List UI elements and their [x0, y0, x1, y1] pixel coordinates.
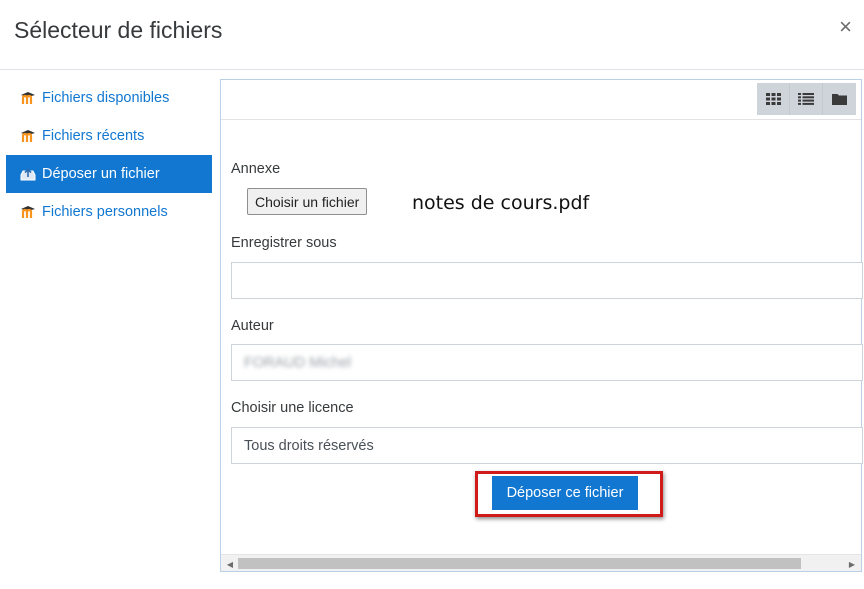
horizontal-scrollbar[interactable]: ◀ ▶	[221, 554, 861, 571]
attachment-label: Annexe	[231, 161, 281, 177]
dialog-title: Sélecteur de fichiers	[14, 17, 223, 43]
list-view-icon[interactable]	[790, 83, 823, 115]
choose-file-button[interactable]: Choisir un fichier	[247, 188, 368, 215]
close-icon[interactable]: ×	[839, 16, 852, 38]
sidebar-item-available-files[interactable]: Fichiers disponibles	[6, 79, 212, 117]
author-label: Auteur	[231, 318, 274, 334]
sidebar-item-recent-files[interactable]: Fichiers récents	[6, 117, 212, 155]
author-input[interactable]: FORAUD Michel	[231, 344, 863, 381]
view-switcher	[757, 83, 856, 115]
folder-view-icon[interactable]	[823, 83, 856, 115]
dialog-header: Sélecteur de fichiers ×	[0, 0, 864, 70]
scrollbar-thumb[interactable]	[238, 558, 801, 569]
moodle-icon	[20, 204, 40, 220]
sidebar-item-upload-file[interactable]: Déposer un fichier	[6, 155, 212, 193]
sidebar-item-private-files[interactable]: Fichiers personnels	[6, 193, 212, 231]
scroll-left-icon[interactable]: ◀	[223, 557, 237, 571]
upload-icon	[20, 166, 40, 182]
file-picker-panel: Annexe Choisir un fichier notes de cours…	[220, 79, 863, 572]
view-toolbar	[221, 80, 861, 120]
author-value: FORAUD Michel	[244, 354, 352, 371]
scroll-right-icon[interactable]: ▶	[845, 557, 859, 571]
chosen-file-name: notes de cours.pdf	[412, 192, 590, 214]
sidebar-item-label: Fichiers récents	[42, 128, 145, 144]
upload-file-button[interactable]: Déposer ce fichier	[492, 476, 638, 510]
save-as-input[interactable]	[231, 262, 863, 299]
license-select[interactable]: Tous droits réservés	[231, 427, 863, 464]
save-as-label: Enregistrer sous	[231, 235, 337, 251]
grid-view-icon[interactable]	[757, 83, 790, 115]
license-selected-value: Tous droits réservés	[244, 437, 374, 454]
sidebar-item-label: Fichiers personnels	[42, 204, 168, 220]
sidebar-item-label: Fichiers disponibles	[42, 90, 170, 106]
moodle-icon	[20, 128, 40, 144]
repository-sidebar: Fichiers disponibles Fichiers récents Dé…	[6, 79, 212, 231]
sidebar-item-label: Déposer un fichier	[42, 166, 160, 182]
license-label: Choisir une licence	[231, 400, 354, 416]
moodle-icon	[20, 90, 40, 106]
